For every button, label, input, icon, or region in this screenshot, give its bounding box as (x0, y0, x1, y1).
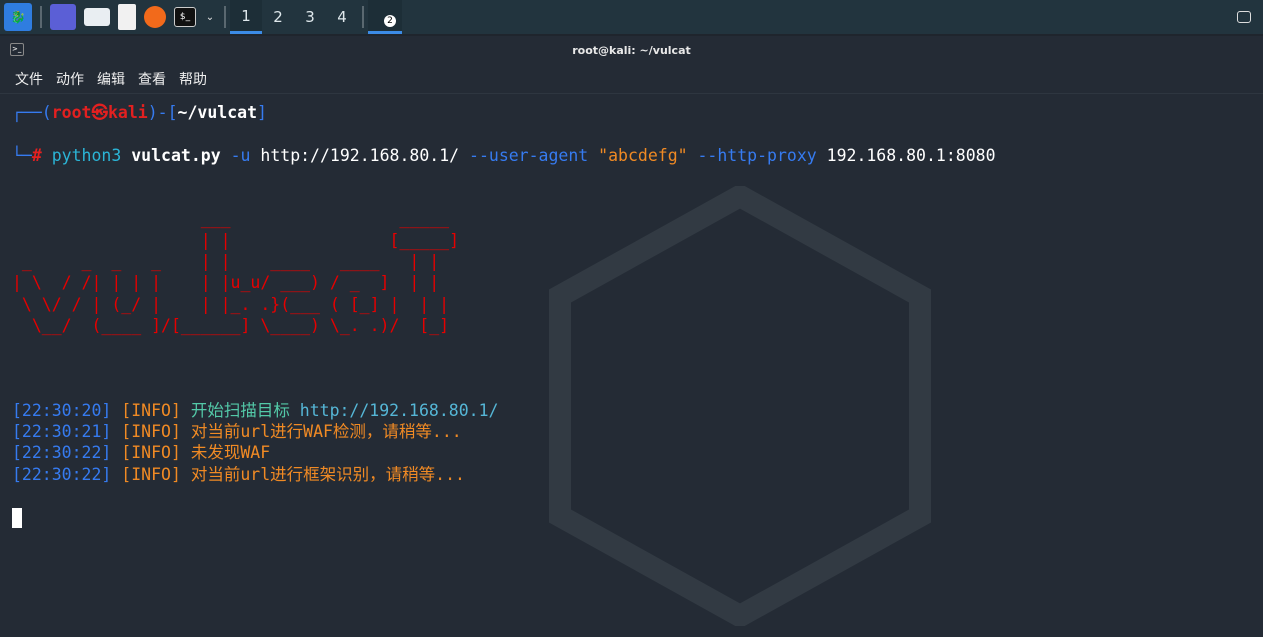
log-message: 开始扫描目标 (190, 400, 300, 420)
log-line: [22:30:21] [INFO] 对当前url进行WAF检测，请稍等... (12, 421, 996, 442)
workspace-1[interactable]: 1 (230, 0, 262, 34)
divider (40, 6, 42, 28)
log-time: [22:30:22] (12, 443, 112, 463)
text-editor-icon[interactable] (118, 4, 136, 30)
command-arg: -u (220, 145, 261, 165)
log-level: [INFO] (121, 422, 181, 442)
vulcat-banner: ___ _____ | | [_____] _ _ _ _ | | ____ _… (12, 209, 460, 335)
command-arg: 192.168.80.1:8080 (826, 145, 996, 165)
log-message: 对当前url进行WAF检测，请稍等... (190, 422, 462, 442)
log-time: [22:30:20] (12, 400, 112, 420)
log-line: [22:30:22] [INFO] 未发现WAF (12, 442, 996, 463)
log-target: http://192.168.80.1/ (299, 400, 499, 420)
workspace-2[interactable]: 2 (262, 0, 294, 34)
window-titlebar: >_ root@kali: ~/vulcat (0, 36, 1263, 64)
workspace-4[interactable]: 4 (326, 0, 358, 34)
command-arg: --user-agent (469, 145, 599, 165)
window-title: root@kali: ~/vulcat (572, 43, 691, 57)
kali-menu-icon[interactable]: 🐉 (4, 3, 32, 31)
command-arg: --http-proxy (697, 145, 827, 165)
divider (224, 6, 226, 28)
log-level: [INFO] (121, 443, 181, 463)
divider (362, 6, 364, 28)
prompt-line-2: └─# python3 vulcat.py -u http://192.168.… (12, 145, 996, 165)
log-time: [22:30:21] (12, 422, 112, 442)
taskbar: 🐉 $_ ⌄ 1 2 3 4 2 (0, 0, 1263, 34)
log-time: [22:30:22] (12, 464, 112, 484)
network-icon[interactable] (1237, 11, 1251, 23)
terminal-icon[interactable]: $_ (174, 7, 196, 27)
log-message: 未发现WAF (190, 443, 271, 463)
workspace-3[interactable]: 3 (294, 0, 326, 34)
command-arg: "abcdefg" (598, 145, 698, 165)
log-line: [22:30:22] [INFO] 对当前url进行框架识别，请稍等... (12, 464, 996, 485)
firefox-icon[interactable] (144, 6, 166, 28)
text-cursor (12, 507, 22, 528)
terminal-output[interactable]: ┌──(root㉿kali)-[~/vulcat] └─# python3 vu… (12, 81, 996, 549)
terminal-badge: 2 (384, 14, 396, 27)
file-manager-icon[interactable] (84, 8, 110, 26)
show-desktop-icon[interactable] (50, 4, 76, 30)
prompt-line-1: ┌──(root㉿kali)-[~/vulcat] (12, 103, 267, 123)
log-level: [INFO] (121, 464, 181, 484)
terminal-task-button[interactable]: 2 (368, 0, 402, 34)
log-line: [22:30:20] [INFO] 开始扫描目标 http://192.168.… (12, 400, 996, 421)
chevron-down-icon[interactable]: ⌄ (204, 4, 216, 30)
log-level: [INFO] (121, 400, 181, 420)
terminal-icon: >_ (10, 43, 24, 56)
command-arg: http://192.168.80.1/ (260, 145, 470, 165)
log-message: 对当前url进行框架识别，请稍等... (190, 464, 465, 484)
